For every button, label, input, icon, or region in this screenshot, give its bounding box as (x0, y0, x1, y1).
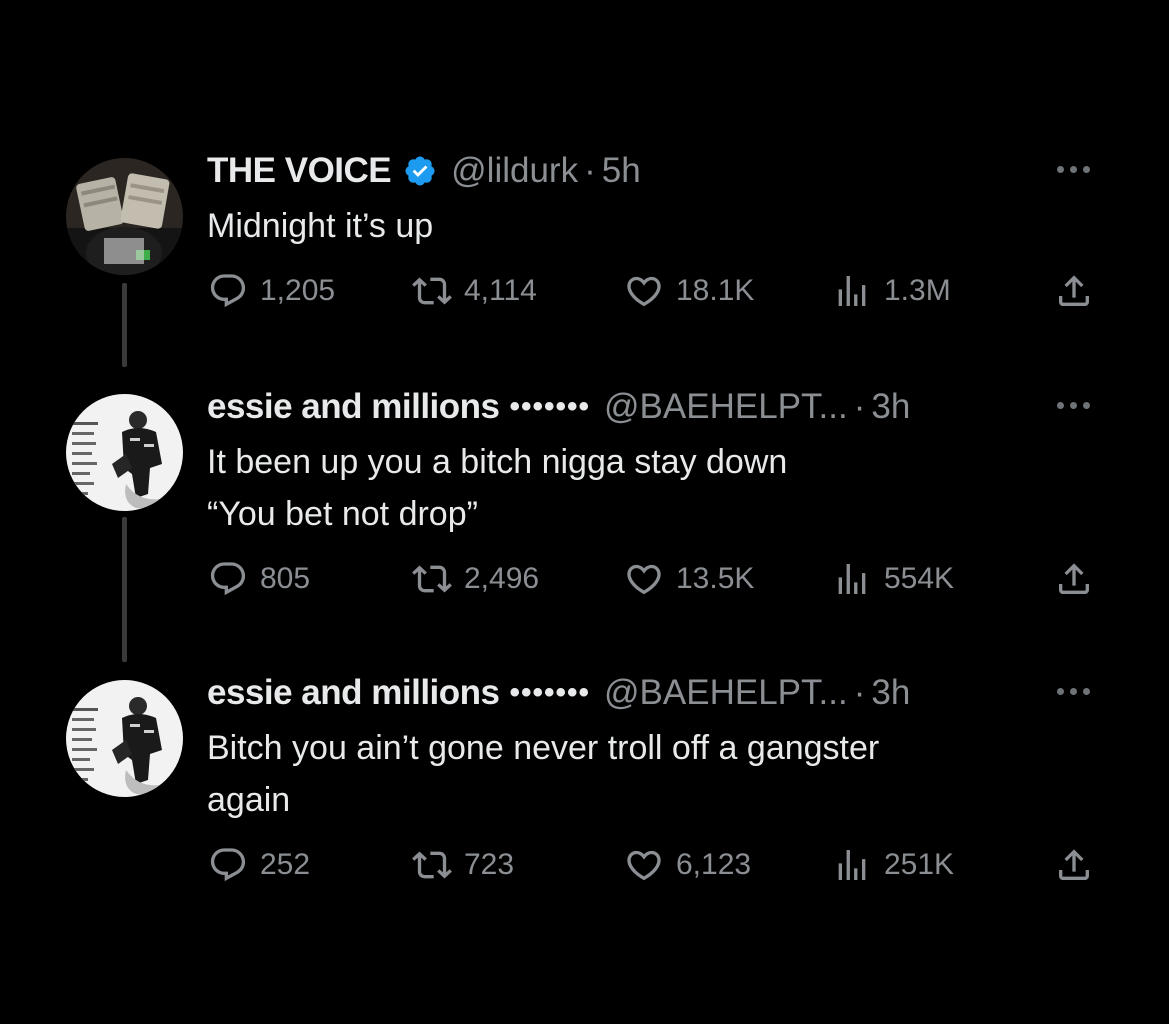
share-button[interactable] (1054, 840, 1094, 890)
tweet-actions: 805 2,496 13.5K 554K (0, 554, 1169, 604)
timestamp[interactable]: 5h (602, 148, 641, 194)
repost-count: 723 (464, 848, 515, 881)
like-count: 6,123 (676, 848, 752, 881)
tweet-text: It been up you a bitch nigga stay down “… (207, 443, 788, 533)
share-button[interactable] (1054, 266, 1094, 316)
like-button[interactable]: 6,123 (624, 840, 751, 890)
share-icon (1059, 563, 1089, 594)
like-icon (627, 850, 661, 881)
reply-icon (210, 274, 246, 308)
views-button[interactable]: 251K (832, 840, 954, 890)
like-icon (627, 564, 661, 595)
share-button[interactable] (1054, 554, 1094, 604)
views-count: 554K (884, 562, 955, 595)
timestamp[interactable]: 3h (871, 670, 910, 716)
author-name[interactable]: THE VOICE (207, 148, 392, 194)
reply-button[interactable]: 1,205 (208, 266, 335, 316)
avatar-image (66, 394, 183, 511)
tweet-text: Midnight it’s up (207, 207, 434, 245)
more-icon[interactable] (1057, 688, 1090, 695)
avatar[interactable] (66, 158, 183, 275)
like-count: 13.5K (676, 562, 755, 595)
reply-count: 805 (260, 562, 311, 595)
reply-button[interactable]: 805 (208, 554, 310, 604)
author-handle[interactable]: @BAEHELPT... (604, 670, 848, 716)
repost-icon (412, 851, 452, 879)
views-icon (838, 850, 866, 880)
name-dots: ••••••• (509, 390, 591, 423)
repost-button[interactable]: 4,114 (412, 266, 537, 316)
like-count: 18.1K (676, 274, 755, 307)
avatar-image (66, 680, 183, 797)
views-count: 1.3M (884, 274, 951, 307)
views-count: 251K (884, 848, 955, 881)
author-name[interactable]: essie and millions (207, 670, 500, 716)
name-dots: ••••••• (509, 676, 591, 709)
more-icon[interactable] (1057, 166, 1090, 173)
repost-count: 2,496 (464, 562, 540, 595)
repost-count: 4,114 (464, 274, 537, 307)
reply-icon (210, 848, 246, 882)
tweet-text: Bitch you ain’t gone never troll off a g… (207, 729, 880, 819)
author-name[interactable]: essie and millions (207, 384, 500, 430)
repost-button[interactable]: 2,496 (412, 554, 539, 604)
views-icon (838, 276, 866, 306)
author-handle[interactable]: @lildurk (451, 148, 578, 194)
tweet-actions: 1,205 4,114 18.1K 1.3M (0, 266, 1169, 316)
separator-dot: · (853, 673, 866, 712)
repost-button[interactable]: 723 (412, 840, 514, 890)
reply-count: 1,205 (260, 274, 336, 307)
share-icon (1059, 275, 1089, 306)
separator-dot: · (853, 387, 866, 426)
views-icon (838, 564, 866, 594)
tweet-header: essie and millions ••••••• @BAEHELPT... … (207, 384, 910, 430)
timestamp[interactable]: 3h (871, 384, 910, 430)
like-button[interactable]: 18.1K (624, 266, 754, 316)
share-icon (1059, 849, 1089, 880)
tweet-thread: THE VOICE @lildurk · 5h Midnight it’s up… (0, 0, 1169, 1024)
views-button[interactable]: 1.3M (832, 266, 951, 316)
author-handle[interactable]: @BAEHELPT... (604, 384, 848, 430)
reply-icon (210, 562, 246, 596)
repost-icon (412, 277, 452, 305)
tweet-header: essie and millions ••••••• @BAEHELPT... … (207, 670, 910, 716)
repost-icon (412, 565, 452, 593)
separator-dot: · (584, 151, 596, 190)
avatar[interactable] (66, 394, 183, 511)
avatar-image (66, 158, 183, 275)
reply-button[interactable]: 252 (208, 840, 310, 890)
views-button[interactable]: 554K (832, 554, 954, 604)
verified-badge-icon (403, 154, 437, 188)
tweet-actions: 252 723 6,123 251K (0, 840, 1169, 890)
more-icon[interactable] (1057, 402, 1090, 409)
like-icon (627, 276, 661, 307)
avatar[interactable] (66, 680, 183, 797)
tweet-header: THE VOICE @lildurk · 5h (207, 148, 641, 194)
like-button[interactable]: 13.5K (624, 554, 754, 604)
reply-count: 252 (260, 848, 311, 881)
